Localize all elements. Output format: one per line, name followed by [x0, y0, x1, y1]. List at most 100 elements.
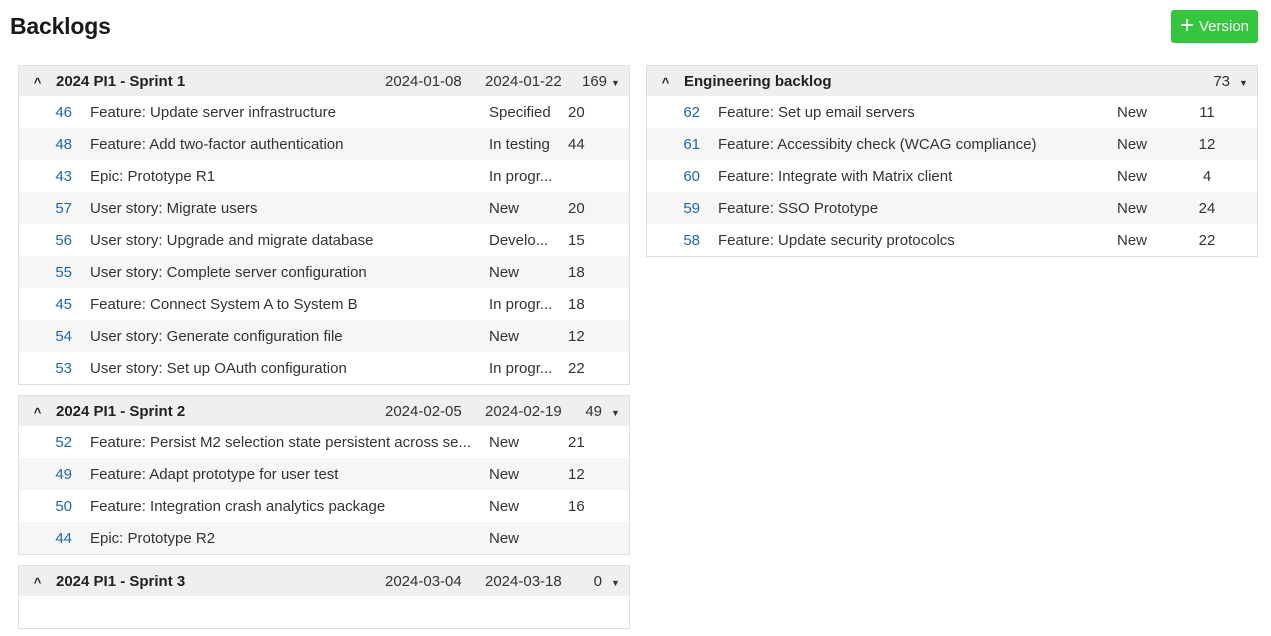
- item-subject[interactable]: Feature: Persist M2 selection state pers…: [90, 434, 489, 451]
- item-status[interactable]: New: [1117, 232, 1187, 249]
- item-id-link[interactable]: 59: [647, 200, 718, 217]
- item-subject[interactable]: User story: Set up OAuth configuration: [90, 360, 489, 377]
- sprint-menu-icon[interactable]: ▼: [602, 574, 629, 588]
- backlog-item-row[interactable]: 44 Epic: Prototype R2 New: [19, 522, 629, 554]
- item-id-link[interactable]: 55: [19, 264, 90, 281]
- backlog-item-row[interactable]: 56 User story: Upgrade and migrate databa…: [19, 224, 629, 256]
- empty-drop-zone: [19, 596, 629, 628]
- add-version-button[interactable]: + Version: [1171, 10, 1258, 43]
- item-story-points[interactable]: 16: [568, 498, 608, 515]
- backlog-item-row[interactable]: 55 User story: Complete server configurat…: [19, 256, 629, 288]
- sprint-menu-icon[interactable]: ▼: [602, 74, 629, 88]
- backlog-header: ^ Engineering backlog 73 ▼: [647, 66, 1257, 96]
- backlog-item-row[interactable]: 50 Feature: Integration crash analytics p…: [19, 490, 629, 522]
- backlog-item-row[interactable]: 59 Feature: SSO Prototype New 24: [647, 192, 1257, 224]
- backlog-item-row[interactable]: 57 User story: Migrate users New 20: [19, 192, 629, 224]
- sprint-start-date: 2024-01-08: [385, 72, 462, 90]
- item-subject[interactable]: Feature: Set up email servers: [718, 104, 1117, 121]
- item-subject[interactable]: Feature: Integration crash analytics pac…: [90, 498, 489, 515]
- item-story-points[interactable]: 18: [568, 264, 608, 281]
- item-subject[interactable]: Feature: Update server infrastructure: [90, 104, 489, 121]
- item-subject[interactable]: Feature: Integrate with Matrix client: [718, 168, 1117, 185]
- item-status[interactable]: New: [1117, 168, 1187, 185]
- item-status[interactable]: In progr...: [489, 168, 568, 185]
- backlog-item-row[interactable]: 52 Feature: Persist M2 selection state pe…: [19, 426, 629, 458]
- item-story-points[interactable]: 4: [1187, 168, 1227, 185]
- item-status[interactable]: In progr...: [489, 296, 568, 313]
- item-subject[interactable]: Feature: Add two-factor authentication: [90, 136, 489, 153]
- item-status[interactable]: New: [489, 264, 568, 281]
- item-story-points[interactable]: 22: [568, 360, 608, 377]
- item-id-link[interactable]: 62: [647, 104, 718, 121]
- item-subject[interactable]: Feature: Accessibity check (WCAG complia…: [718, 136, 1117, 153]
- item-status[interactable]: New: [489, 328, 568, 345]
- item-subject[interactable]: Epic: Prototype R2: [90, 530, 489, 547]
- item-story-points[interactable]: 22: [1187, 232, 1227, 249]
- item-story-points[interactable]: 12: [568, 466, 608, 483]
- item-id-link[interactable]: 56: [19, 232, 90, 249]
- backlog-item-row[interactable]: 46 Feature: Update server infrastructure S…: [19, 96, 629, 128]
- item-subject[interactable]: User story: Migrate users: [90, 200, 489, 217]
- collapse-icon[interactable]: ^: [19, 572, 56, 590]
- item-subject[interactable]: Feature: Update security protocolcs: [718, 232, 1117, 249]
- item-id-link[interactable]: 46: [19, 104, 90, 121]
- item-subject[interactable]: Epic: Prototype R1: [90, 168, 489, 185]
- item-story-points[interactable]: 24: [1187, 200, 1227, 217]
- item-id-link[interactable]: 57: [19, 200, 90, 217]
- item-subject[interactable]: Feature: Adapt prototype for user test: [90, 466, 489, 483]
- backlog-item-row[interactable]: 54 User story: Generate configuration fil…: [19, 320, 629, 352]
- item-status[interactable]: New: [489, 530, 568, 547]
- item-story-points[interactable]: 18: [568, 296, 608, 313]
- item-story-points[interactable]: 12: [1187, 136, 1227, 153]
- backlog-item-row[interactable]: 60 Feature: Integrate with Matrix client N…: [647, 160, 1257, 192]
- item-status[interactable]: New: [1117, 136, 1187, 153]
- backlog-item-row[interactable]: 61 Feature: Accessibity check (WCAG compl…: [647, 128, 1257, 160]
- item-id-link[interactable]: 58: [647, 232, 718, 249]
- item-id-link[interactable]: 52: [19, 434, 90, 451]
- item-id-link[interactable]: 60: [647, 168, 718, 185]
- item-id-link[interactable]: 45: [19, 296, 90, 313]
- item-id-link[interactable]: 53: [19, 360, 90, 377]
- item-id-link[interactable]: 54: [19, 328, 90, 345]
- item-story-points[interactable]: 12: [568, 328, 608, 345]
- item-status[interactable]: New: [489, 434, 568, 451]
- backlog-item-row[interactable]: 48 Feature: Add two-factor authentication…: [19, 128, 629, 160]
- item-story-points[interactable]: 44: [568, 136, 608, 153]
- item-story-points[interactable]: 21: [568, 434, 608, 451]
- item-subject[interactable]: User story: Complete server configuratio…: [90, 264, 489, 281]
- item-story-points[interactable]: 11: [1187, 104, 1227, 121]
- item-status[interactable]: New: [489, 200, 568, 217]
- backlog-item-row[interactable]: 43 Epic: Prototype R1 In progr...: [19, 160, 629, 192]
- collapse-icon[interactable]: ^: [19, 72, 56, 90]
- item-id-link[interactable]: 43: [19, 168, 90, 185]
- item-status[interactable]: New: [1117, 104, 1187, 121]
- item-id-link[interactable]: 48: [19, 136, 90, 153]
- item-status[interactable]: In testing: [489, 136, 568, 153]
- item-id-link[interactable]: 61: [647, 136, 718, 153]
- item-id-link[interactable]: 49: [19, 466, 90, 483]
- backlog-item-row[interactable]: 58 Feature: Update security protocolcs New…: [647, 224, 1257, 256]
- item-subject[interactable]: User story: Upgrade and migrate database: [90, 232, 489, 249]
- collapse-icon[interactable]: ^: [647, 72, 684, 90]
- item-story-points[interactable]: 20: [568, 200, 608, 217]
- item-status[interactable]: New: [489, 498, 568, 515]
- item-status[interactable]: New: [489, 466, 568, 483]
- item-subject[interactable]: Feature: Connect System A to System B: [90, 296, 489, 313]
- item-status[interactable]: Develo...: [489, 232, 568, 249]
- backlog-menu-icon[interactable]: ▼: [1230, 74, 1257, 88]
- backlog-item-row[interactable]: 62 Feature: Set up email servers New 11: [647, 96, 1257, 128]
- item-story-points[interactable]: 15: [568, 232, 608, 249]
- item-subject[interactable]: User story: Generate configuration file: [90, 328, 489, 345]
- item-status[interactable]: Specified: [489, 104, 568, 121]
- item-story-points[interactable]: 20: [568, 104, 608, 121]
- collapse-icon[interactable]: ^: [19, 402, 56, 420]
- item-status[interactable]: New: [1117, 200, 1187, 217]
- backlog-item-row[interactable]: 49 Feature: Adapt prototype for user test…: [19, 458, 629, 490]
- item-subject[interactable]: Feature: SSO Prototype: [718, 200, 1117, 217]
- backlog-item-row[interactable]: 45 Feature: Connect System A to System BI…: [19, 288, 629, 320]
- item-id-link[interactable]: 44: [19, 530, 90, 547]
- sprint-menu-icon[interactable]: ▼: [602, 404, 629, 418]
- backlog-item-row[interactable]: 53 User story: Set up OAuth configuration…: [19, 352, 629, 384]
- item-status[interactable]: In progr...: [489, 360, 568, 377]
- item-id-link[interactable]: 50: [19, 498, 90, 515]
